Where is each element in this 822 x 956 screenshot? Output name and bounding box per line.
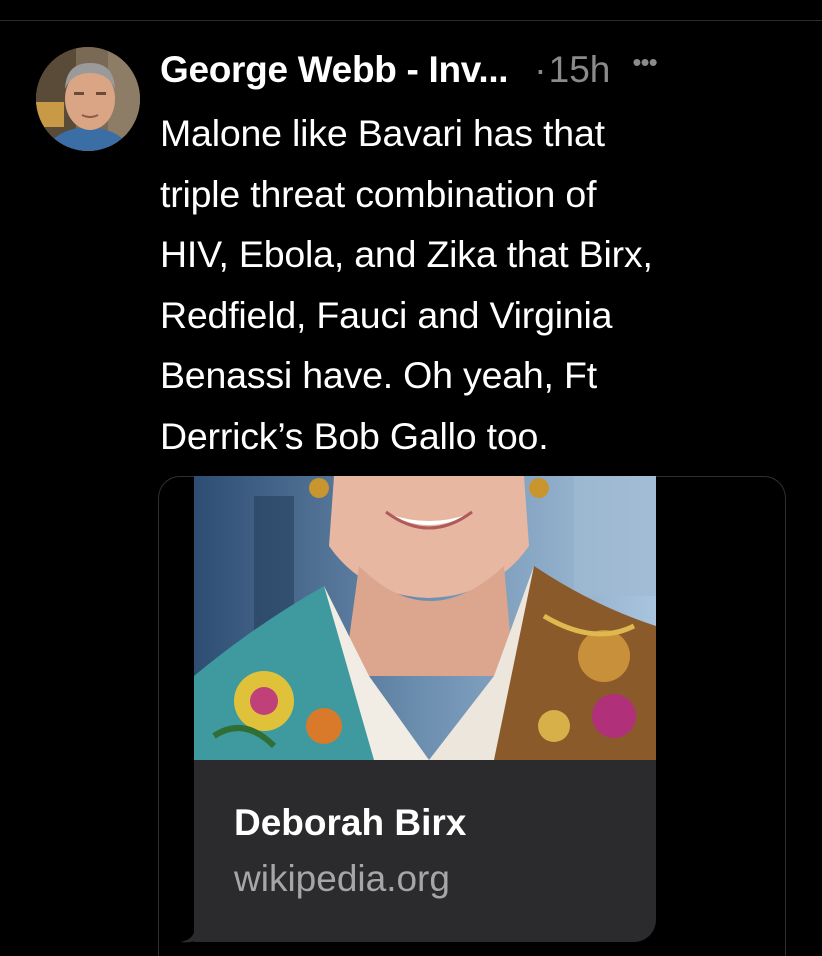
tweet-text-line: Derrick’s Bob Gallo too. bbox=[160, 414, 549, 457]
link-preview-card[interactable]: Deborah Birx wikipedia.org bbox=[194, 476, 656, 942]
link-preview-info: Deborah Birx wikipedia.org bbox=[194, 760, 656, 942]
author-avatar[interactable] bbox=[36, 47, 140, 151]
top-divider bbox=[0, 0, 822, 21]
link-preview-image bbox=[194, 476, 656, 760]
tweet-text-line: Malone like Bavari has that bbox=[160, 112, 605, 154]
tweet-header: George Webb - Inv... · 15h ••• bbox=[160, 44, 800, 96]
tweet-text-line: triple threat combination of bbox=[160, 172, 597, 215]
more-horizontal-icon[interactable]: ••• bbox=[632, 47, 657, 78]
link-preview-domain: wikipedia.org bbox=[234, 858, 450, 899]
link-preview-title: Deborah Birx bbox=[234, 802, 467, 843]
tweet-text: Malone like Bavari has that triple threa… bbox=[160, 103, 800, 466]
tweet-text-line: HIV, Ebola, and Zika that Birx, bbox=[160, 233, 653, 275]
tweet-text-line: Redfield, Fauci and Virginia bbox=[160, 293, 613, 336]
avatar-photo bbox=[36, 47, 140, 151]
bubble-tail-icon bbox=[180, 918, 210, 943]
portrait-photo bbox=[194, 476, 656, 760]
header-separator: · bbox=[534, 49, 547, 90]
tweet-text-line: Benassi have. Oh yeah, Ft bbox=[160, 354, 597, 396]
author-name[interactable]: George Webb - Inv... bbox=[160, 49, 509, 91]
tweet-timestamp[interactable]: 15h bbox=[549, 49, 611, 91]
